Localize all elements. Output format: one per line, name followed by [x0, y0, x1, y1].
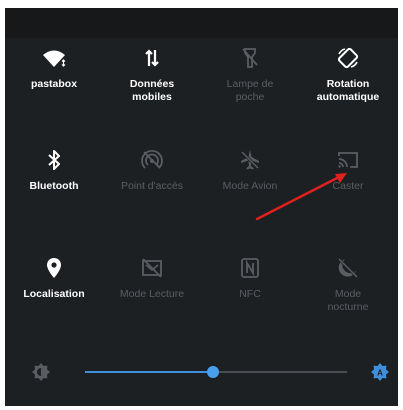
- tile-location-label: Localisation: [23, 288, 85, 300]
- brightness-row: A: [5, 360, 398, 384]
- hotspot-icon: [140, 148, 164, 172]
- airplane-icon: [238, 148, 262, 172]
- tile-location[interactable]: Localisation: [5, 256, 103, 301]
- tile-auto-rotate-label: Rotation automatique: [316, 78, 380, 103]
- tile-hotspot[interactable]: Point d'accès: [103, 148, 201, 193]
- tile-flashlight[interactable]: Lampe de poche: [201, 46, 299, 104]
- bluetooth-icon: [42, 148, 66, 172]
- nfc-icon: [238, 256, 262, 280]
- tile-cast-label: Caster: [332, 180, 364, 192]
- tile-airplane[interactable]: Mode Avion: [201, 148, 299, 193]
- brightness-slider-thumb[interactable]: [207, 366, 220, 378]
- tile-reading-mode[interactable]: Mode Lecture: [103, 256, 201, 301]
- auto-brightness-icon[interactable]: A: [370, 362, 390, 382]
- flashlight-icon: [238, 46, 262, 70]
- brightness-icon: [31, 362, 51, 382]
- mobile-data-icon: [140, 46, 164, 70]
- tile-bluetooth-label: Bluetooth: [29, 180, 79, 192]
- tile-airplane-label: Mode Avion: [222, 180, 278, 192]
- tile-mobile-data[interactable]: Données mobiles: [103, 46, 201, 104]
- brightness-slider[interactable]: [85, 360, 347, 384]
- cast-icon: [336, 148, 360, 172]
- reading-mode-icon: [140, 256, 164, 280]
- location-icon: [42, 256, 66, 280]
- tile-hotspot-label: Point d'accès: [120, 180, 184, 192]
- tile-flashlight-label: Lampe de poche: [226, 78, 274, 103]
- tile-wifi[interactable]: pastabox: [5, 46, 103, 91]
- brightness-slider-fill: [85, 371, 214, 373]
- tile-reading-mode-label: Mode Lecture: [119, 288, 185, 300]
- tile-mobile-data-label: Données mobiles: [129, 78, 175, 103]
- tile-nfc[interactable]: NFC: [201, 256, 299, 301]
- tile-cast[interactable]: Caster: [299, 148, 397, 193]
- svg-text:A: A: [377, 369, 383, 378]
- tile-bluetooth[interactable]: Bluetooth: [5, 148, 103, 193]
- tile-wifi-label: pastabox: [30, 78, 78, 90]
- tile-nfc-label: NFC: [239, 288, 261, 300]
- night-mode-icon: [336, 256, 360, 280]
- wifi-icon: [42, 46, 66, 70]
- tile-night-mode[interactable]: Mode nocturne: [299, 256, 397, 314]
- tile-auto-rotate[interactable]: Rotation automatique: [299, 46, 397, 104]
- tile-night-mode-label: Mode nocturne: [327, 288, 369, 313]
- quick-settings-panel: pastabox Données mobiles Lampe de poche …: [5, 8, 398, 406]
- panel-header: [5, 8, 398, 38]
- auto-rotate-icon: [336, 46, 360, 70]
